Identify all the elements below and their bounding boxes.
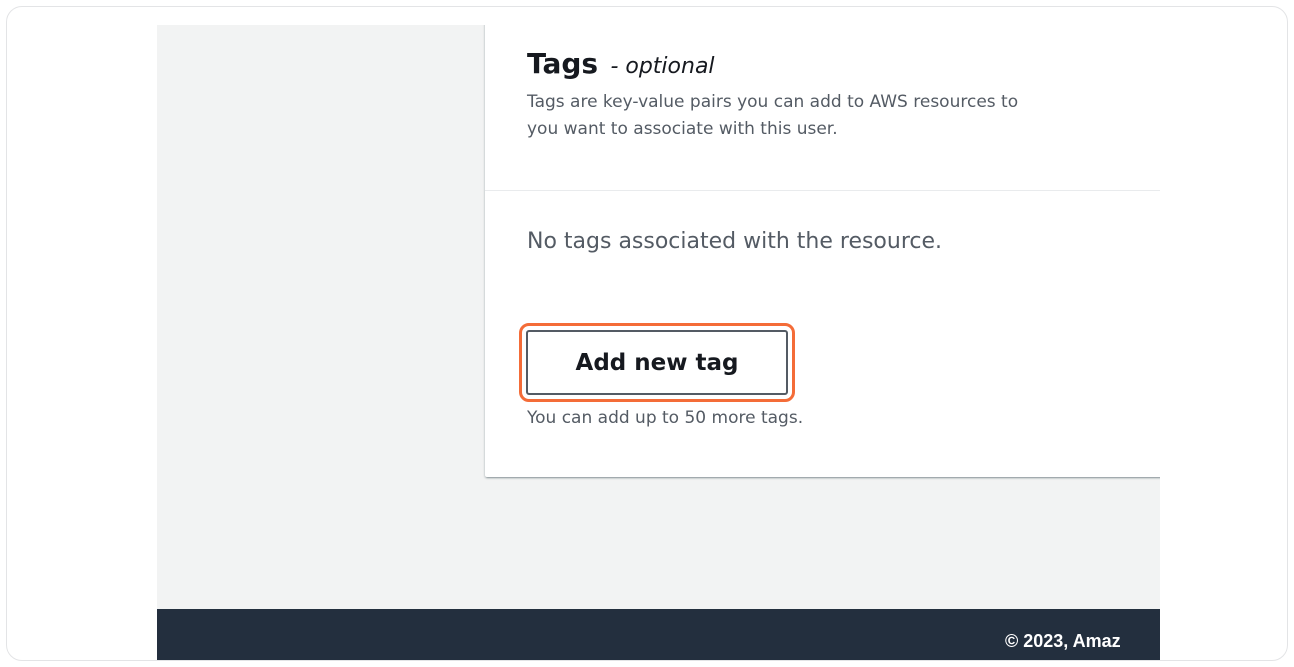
tags-heading: Tags - optional bbox=[527, 47, 715, 80]
tags-description: Tags are key-value pairs you can add to … bbox=[527, 89, 1160, 143]
footer-copyright: © 2023, Amaz bbox=[1005, 631, 1121, 651]
tags-description-line-1: Tags are key-value pairs you can add to … bbox=[527, 92, 1019, 112]
tags-title: Tags bbox=[527, 47, 599, 80]
browser-viewport: Tags - optional Tags are key-value pairs… bbox=[157, 25, 1160, 660]
no-tags-message: No tags associated with the resource. bbox=[527, 229, 943, 254]
add-new-tag-button[interactable]: Add new tag bbox=[526, 330, 788, 395]
tags-panel: Tags - optional Tags are key-value pairs… bbox=[485, 25, 1160, 477]
tags-panel-header: Tags - optional Tags are key-value pairs… bbox=[485, 25, 1160, 191]
screenshot-frame: Tags - optional Tags are key-value pairs… bbox=[6, 6, 1288, 661]
tags-optional-label: - optional bbox=[610, 54, 715, 79]
tags-description-line-2: you want to associate with this user. bbox=[527, 119, 838, 139]
tag-limit-hint: You can add up to 50 more tags. bbox=[527, 408, 804, 428]
page-footer: © 2023, Amaz bbox=[157, 609, 1160, 660]
